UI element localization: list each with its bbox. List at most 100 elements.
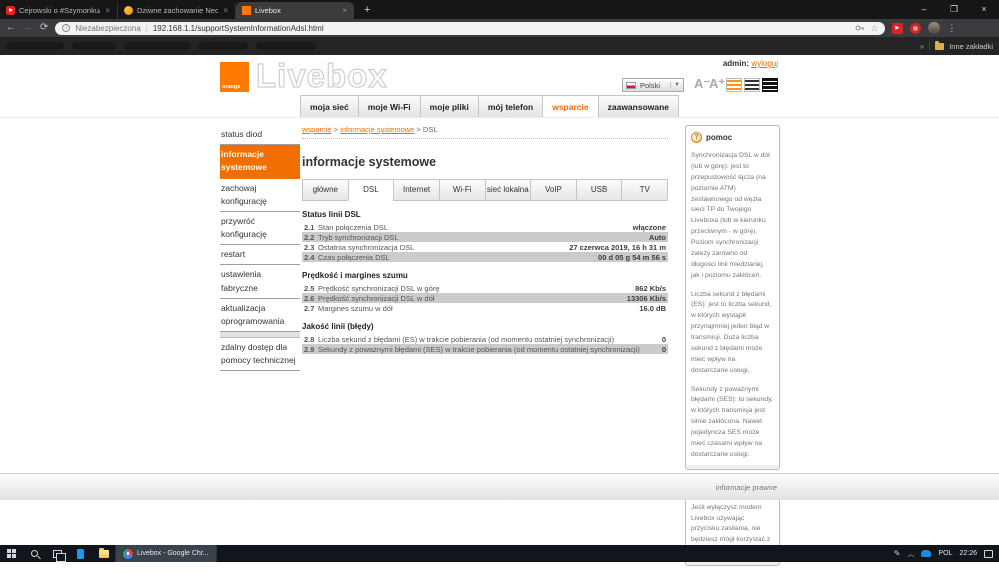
minimize-button[interactable]: – [909,0,939,19]
tab-title: Dziwne zachowanie Neostrady / [137,6,218,15]
orange-logo[interactable]: orange [220,62,249,92]
bookmark-item[interactable] [256,42,316,50]
task-view-button[interactable] [46,545,69,562]
tab-close-icon[interactable]: × [341,6,348,15]
theme-light-button[interactable] [744,78,760,92]
breadcrumb-wsparcie[interactable]: wsparcie [302,125,332,134]
tab-glowne[interactable]: główne [302,179,348,201]
row-value: 862 Kb/s [635,284,666,293]
main-nav-tabs: moja sieć moje Wi-Fi moje pliki mój tele… [300,95,679,118]
tray-chevron-icon[interactable]: ︿ [907,549,914,559]
start-button[interactable] [0,545,23,562]
tab-internet[interactable]: Internet [393,179,439,201]
key-icon[interactable] [855,23,865,33]
help-box-footer [686,465,779,469]
address-bar[interactable]: i Niezabezpieczona | 192.168.1.1/support… [55,22,885,35]
language-select[interactable]: Polski ▼ [622,78,684,92]
row-number: 2.7 [304,304,318,313]
bookmark-star-icon[interactable]: ☆ [870,23,878,34]
browser-tab-livebox-active[interactable]: Livebox × [236,2,354,19]
livebox-page: orange Livebox admin: wyloguj Polski ▼ A… [0,55,999,545]
row-value: 27 czerwca 2019, 16 h 31 m [569,243,666,252]
help-box-pomoc: ? pomoc Synchronizacja DSL w dół (lub w … [685,125,780,470]
nav-tab-moje-pliki[interactable]: moje pliki [420,95,478,118]
browser-tab-1[interactable]: Cejrowski o #Szymonku/Walcz, B × [0,2,118,19]
reload-icon[interactable]: ⟳ [40,21,48,35]
language-indicator[interactable]: POL [938,550,952,557]
row-value: 13306 Kb/s [627,294,666,303]
close-button[interactable]: × [969,0,999,19]
folder-icon [935,43,944,50]
action-center-icon[interactable] [984,550,993,558]
breadcrumb-informacje[interactable]: informacje systemowe [340,125,414,134]
tab-close-icon[interactable]: × [104,6,111,15]
tab-voip[interactable]: VoIP [530,179,576,201]
livebox-icon [242,6,251,15]
nav-tab-moje-wifi[interactable]: moje Wi-Fi [358,95,420,118]
logout-link[interactable]: wyloguj [751,59,778,68]
row-label: Liczba sekund z błędami (ES) w trakcie p… [318,335,662,344]
extension-icon[interactable] [892,23,903,34]
sidebar-item-zachowaj-konfiguracje[interactable]: zachowaj konfigurację [220,179,300,212]
tab-tv[interactable]: TV [621,179,668,201]
folder-icon [99,550,109,558]
search-button[interactable] [23,545,46,562]
row-label: Sekundy z poważnymi błędami (SES) w trak… [318,345,662,354]
browser-tab-2[interactable]: Dziwne zachowanie Neostrady / × [118,2,236,19]
font-smaller-button[interactable]: A⁻ [694,76,710,92]
tab-dsl[interactable]: DSL [348,179,394,201]
row-label: Prędkość synchronizacji DSL w górę [318,284,635,293]
forward-icon[interactable]: → [23,21,33,35]
tab-usb[interactable]: USB [576,179,622,201]
windows-taskbar: Livebox - Google Chr... ✎ ︿ POL 22:26 [0,545,999,562]
theme-dark-button[interactable] [762,78,778,92]
other-bookmarks-button[interactable]: Inne zakładki [949,42,993,51]
nav-tab-moja-siec[interactable]: moja sieć [300,95,358,118]
profile-avatar[interactable] [928,22,940,34]
sidebar-item-status-diod[interactable]: status diod [220,125,300,145]
sidebar-item-aktualizacja[interactable]: aktualizacja oprogramowania [220,299,300,332]
new-tab-button[interactable]: + [354,4,380,16]
row-number: 2.8 [304,335,318,344]
user-label: admin: [723,59,749,68]
theme-orange-button[interactable] [726,78,742,92]
tab-siec-lokalna[interactable]: sieć lokalna [485,179,531,201]
phone-icon [77,549,84,559]
nav-tab-zaawansowane[interactable]: zaawansowane [598,95,679,118]
bookmark-item[interactable] [72,42,116,50]
bookmarks-overflow-icon[interactable]: » [920,42,924,51]
tab-wifi[interactable]: Wi-Fi [439,179,485,201]
sidebar-item-informacje-systemowe[interactable]: informacje systemowe [220,145,300,178]
nav-tab-moj-telefon[interactable]: mój telefon [478,95,542,118]
sidebar-item-przywroc-konfiguracje[interactable]: przywróć konfigurację [220,212,300,245]
bookmark-item[interactable] [198,42,248,50]
session-info: admin: wyloguj [723,59,778,68]
extension-icon[interactable] [910,23,921,34]
info-icon[interactable]: i [62,24,70,32]
ink-workspace-icon[interactable]: ✎ [894,549,901,558]
browser-menu-icon[interactable]: ⋮ [947,23,956,34]
your-phone-button[interactable] [69,545,92,562]
clock[interactable]: 22:26 [959,550,977,557]
sidebar-item-zdalny-dostep[interactable]: zdalny dostęp dla pomocy technicznej [220,338,300,371]
bookmark-item[interactable] [124,42,190,50]
sidebar-item-restart[interactable]: restart [220,245,300,265]
sidebar-item-ustawienia-fabryczne[interactable]: ustawienia fabryczne [220,265,300,298]
back-icon[interactable]: ← [6,21,16,35]
windows-icon [7,549,16,558]
taskbar-app-chrome[interactable]: Livebox - Google Chr... [115,545,217,562]
row-value: 0 [662,345,666,354]
help-paragraph: Liczba sekund z błędami (ES): jest to li… [691,290,774,377]
table-row: 2.9 Sekundy z poważnymi błędami (SES) w … [302,344,668,354]
font-larger-button[interactable]: A⁺ [709,76,725,92]
row-label: Stan połączenia DSL [318,223,633,232]
legal-link[interactable]: informacje prawne [716,483,777,492]
onedrive-icon[interactable] [921,550,931,557]
bookmark-item[interactable] [6,42,64,50]
divider [929,41,930,51]
file-explorer-button[interactable] [92,545,115,562]
row-number: 2.5 [304,284,318,293]
maximize-button[interactable]: ❐ [939,0,969,19]
tab-close-icon[interactable]: × [222,6,229,15]
nav-tab-wsparcie[interactable]: wsparcie [542,95,597,118]
